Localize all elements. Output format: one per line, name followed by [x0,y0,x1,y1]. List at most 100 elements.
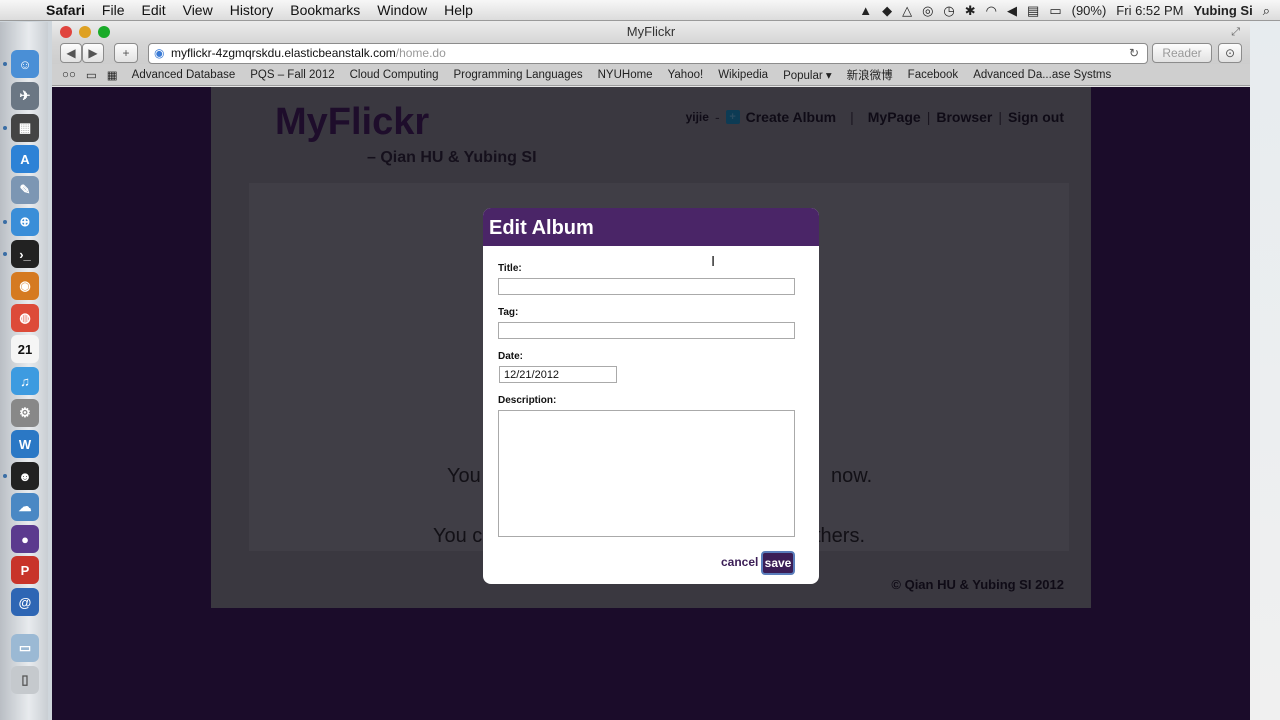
textwrangler-icon[interactable]: P [11,556,39,584]
bookmarks-bar: ○○ ▭ ▦ Advanced Database PQS – Fall 2012… [52,64,1250,86]
launchpad-icon[interactable]: ✈ [11,82,39,110]
new-tab-button[interactable]: + [114,43,138,63]
running-indicator [3,126,7,130]
system-preferences-icon[interactable]: ⚙ [11,399,39,427]
desktop-background [1250,21,1280,720]
bookmark-weibo[interactable]: 新浪微博 [847,67,893,83]
minimize-button[interactable] [79,26,91,38]
menu-help[interactable]: Help [444,2,473,18]
terminal-icon[interactable]: ›_ [11,240,39,268]
notification-icon[interactable]: ▲ [859,3,872,18]
nav-separator: - [714,109,720,125]
downloads-button[interactable]: ⊙ [1218,43,1242,63]
browser-link[interactable]: Browser [936,109,992,125]
bookmark-facebook[interactable]: Facebook [908,69,959,81]
network-icon[interactable]: @ [11,588,39,616]
menu-bookmarks[interactable]: Bookmarks [290,2,360,18]
zoom-button[interactable] [98,26,110,38]
folder-icon[interactable]: ▭ [11,634,39,662]
battery-icon[interactable]: ▭ [1049,3,1061,19]
trash-icon[interactable]: ▯ [11,666,39,694]
eclipse-icon[interactable]: ● [11,525,39,553]
safari-icon[interactable]: ⊕ [11,208,39,236]
volume-icon[interactable]: ◀ [1007,3,1017,19]
bookmark-cloud-computing[interactable]: Cloud Computing [350,69,439,81]
bookmark-advanced-database[interactable]: Advanced Database [132,69,236,81]
itunes-icon[interactable]: ♫ [11,367,39,395]
globe-icon: ◉ [154,46,165,60]
menu-file[interactable]: File [102,2,125,18]
back-button[interactable]: ◀ [60,43,82,63]
mypage-link[interactable]: MyPage [868,109,921,125]
clock[interactable]: Fri 6:52 PM [1116,3,1183,18]
menu-view[interactable]: View [183,2,213,18]
address-bar[interactable]: ◉ myflickr-4zgmqrskdu.elasticbeanstalk.c… [148,43,1148,64]
bookmark-popular[interactable]: Popular ▾ [783,68,832,82]
app-store-icon[interactable]: A [11,145,39,173]
globe-icon[interactable]: ◎ [922,3,933,19]
url-domain: myflickr-4zgmqrskdu.elasticbeanstalk.com [171,46,396,60]
signout-link[interactable]: Sign out [1008,109,1064,125]
site-logo[interactable]: MyFlickr [275,101,429,144]
tag-input[interactable] [498,322,795,339]
running-indicator [3,220,7,224]
spotlight-icon[interactable]: ⌕ [1263,3,1270,19]
plus-icon[interactable]: + [725,110,740,124]
running-indicator [3,62,7,66]
game-icon[interactable]: ◉ [11,272,39,300]
wifi-icon[interactable]: ◠ [986,3,997,19]
reload-icon[interactable]: ↻ [1129,44,1139,63]
photo-booth-icon[interactable]: ▦ [11,114,39,142]
edit-album-dialog: Edit Album Title: Tag: Date: Description… [483,208,819,584]
menubar: Safari File Edit View History Bookmarks … [0,0,1280,21]
close-button[interactable] [60,26,72,38]
menu-history[interactable]: History [230,2,274,18]
bluetooth-icon[interactable]: ✱ [965,3,976,19]
reading-list-icon[interactable]: ○○ [62,69,76,81]
dropbox-icon[interactable]: ◆ [882,3,892,19]
description-label: Description: [498,395,557,406]
top-sites-icon[interactable]: ▦ [107,68,118,82]
fullscreen-icon[interactable]: ⤢ [1231,21,1240,43]
title-input[interactable] [498,278,795,295]
finder-icon[interactable]: ☺ [11,50,39,78]
vpn-icon[interactable]: ☁ [11,493,39,521]
bookmark-programming-languages[interactable]: Programming Languages [453,69,582,81]
bookmark-advanced-db-systems[interactable]: Advanced Da...ase Systms [973,69,1111,81]
web-content: MyFlickr – Qian HU & Yubing SI yijie - +… [52,87,1250,720]
chrome-icon[interactable]: ◍ [11,304,39,332]
current-user: yijie [685,110,709,124]
reader-button[interactable]: Reader [1152,43,1212,63]
flag-icon[interactable]: ▤ [1027,3,1039,19]
title-label: Title: [498,263,522,274]
bookmark-yahoo[interactable]: Yahoo! [668,69,704,81]
date-label: Date: [498,351,524,362]
calendar-icon[interactable]: 21 [11,335,39,363]
text-cursor-icon: I [711,253,716,270]
title-bar: MyFlickr ⤢ [52,21,1250,43]
forward-button[interactable]: ▶ [82,43,104,63]
running-indicator [3,252,7,256]
bookmark-nyuhome[interactable]: NYUHome [598,69,653,81]
menu-safari[interactable]: Safari [46,2,85,18]
bookmarks-icon[interactable]: ▭ [86,68,97,82]
menu-edit[interactable]: Edit [141,2,165,18]
user-name[interactable]: Yubing Si [1193,3,1252,18]
time-machine-icon[interactable]: ◷ [943,3,954,19]
dock: ☺ ✈ ▦ A ✎ ⊕ ›_ ◉ ◍ 21 ♫ ⚙ W ☻ ☁ ● P @ ▭ … [0,22,48,720]
save-button[interactable]: save [761,551,795,575]
date-input[interactable] [499,366,617,383]
bookmark-wikipedia[interactable]: Wikipedia [718,69,768,81]
cancel-button[interactable]: cancel [721,555,758,569]
bookmark-pqs[interactable]: PQS – Fall 2012 [250,69,334,81]
description-textarea[interactable] [498,410,795,537]
word-icon[interactable]: W [11,430,39,458]
menu-window[interactable]: Window [377,2,427,18]
qq-icon[interactable]: ☻ [11,462,39,490]
preview-icon[interactable]: ✎ [11,176,39,204]
drive-icon[interactable]: △ [902,3,912,19]
create-album-link[interactable]: Create Album [746,109,837,125]
dialog-title: Edit Album [483,208,819,246]
running-indicator [3,474,7,478]
nav-separator: | [998,109,1002,125]
